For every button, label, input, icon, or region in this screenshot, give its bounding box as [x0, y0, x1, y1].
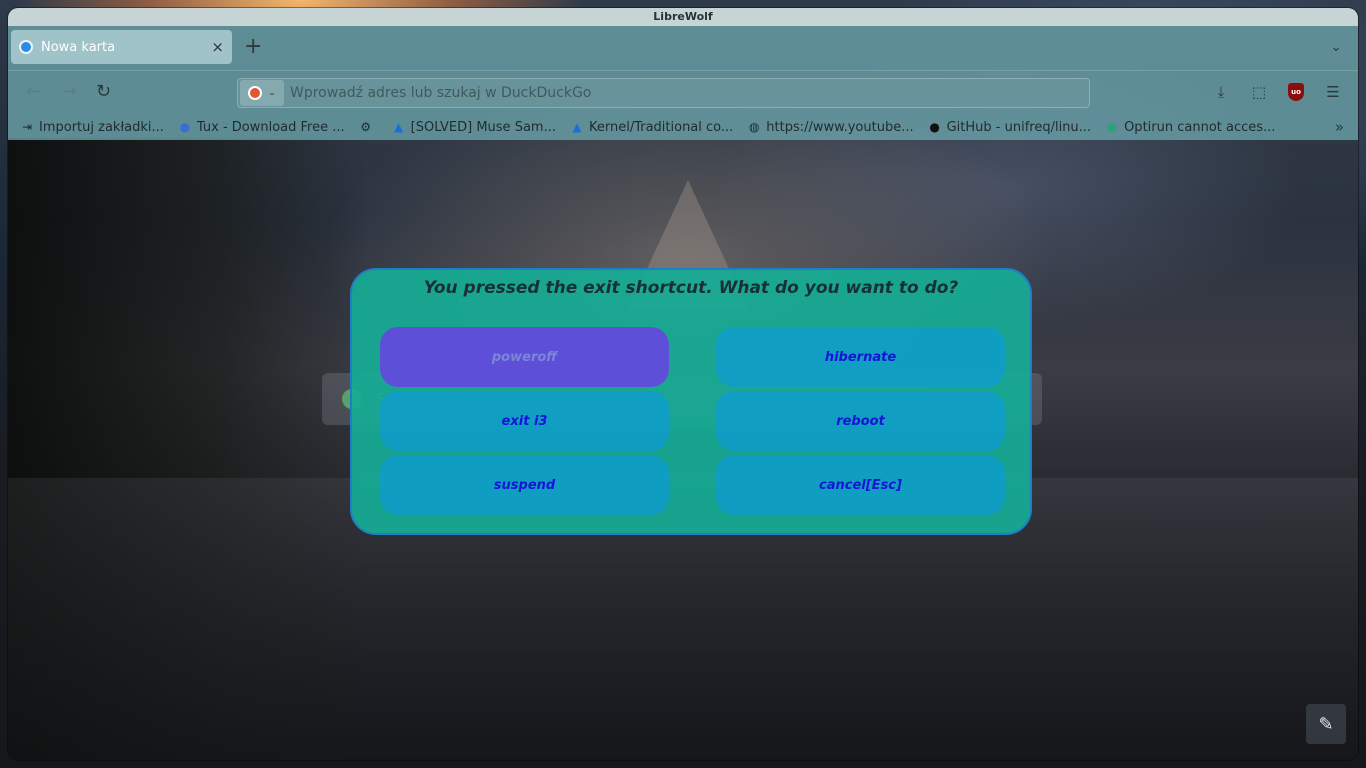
- bookmark-github[interactable]: ● GitHub - unifreq/linu...: [928, 120, 1091, 135]
- reboot-button[interactable]: reboot: [716, 391, 1005, 451]
- suspend-button[interactable]: suspend: [380, 455, 669, 515]
- bookmark-tux[interactable]: ● Tux - Download Free ...: [178, 120, 345, 135]
- customize-edit-icon[interactable]: ✎: [1306, 704, 1346, 744]
- bookmarks-toolbar: ⇥ Importuj zakładki... ● Tux - Download …: [8, 114, 1358, 140]
- reload-icon[interactable]: ↻: [96, 81, 111, 102]
- tab-strip: Nowa karta × + ⌄: [8, 26, 1358, 70]
- tab-close-icon[interactable]: ×: [211, 38, 224, 56]
- bookmark-label: GitHub - unifreq/linu...: [946, 119, 1092, 135]
- bookmark-arch-muse[interactable]: ▲ [SOLVED] Muse Sam...: [392, 120, 556, 135]
- more-bookmarks-icon[interactable]: »: [1335, 118, 1344, 136]
- back-icon[interactable]: ←: [26, 81, 41, 102]
- bookmark-arch-kernel[interactable]: ▲ Kernel/Traditional co...: [570, 120, 733, 135]
- bookmark-label: Importuj zakładki...: [39, 119, 164, 135]
- openai-favicon-icon: ⚙: [360, 120, 372, 134]
- bookmark-optirun[interactable]: ● Optirun cannot acces...: [1105, 119, 1276, 135]
- exit-dialog: You pressed the exit shortcut. What do y…: [350, 268, 1032, 535]
- bookmark-label: [SOLVED] Muse Sam...: [410, 119, 556, 135]
- cancel-button[interactable]: cancel[Esc]: [716, 455, 1005, 515]
- globe-icon: ◍: [749, 120, 760, 134]
- list-all-tabs-icon[interactable]: ⌄: [1330, 39, 1342, 55]
- extensions-icon[interactable]: ⬚: [1250, 83, 1268, 101]
- browser-window: LibreWolf Nowa karta × + ⌄ ← → ↻ ⌄ Wprow…: [8, 8, 1358, 760]
- url-bar[interactable]: ⌄: [237, 78, 1090, 108]
- search-engine-button[interactable]: ⌄: [240, 80, 284, 106]
- bookmark-label: Kernel/Traditional co...: [588, 119, 734, 135]
- hamburger-menu-icon[interactable]: ☰: [1324, 83, 1342, 101]
- bookmark-youtube[interactable]: ◍ https://www.youtube...: [747, 119, 914, 135]
- bookmark-openai[interactable]: ⚙: [359, 120, 378, 134]
- hibernate-button[interactable]: hibernate: [716, 327, 1005, 387]
- tux-favicon-icon: ●: [179, 120, 191, 134]
- tab-new-tab[interactable]: Nowa karta ×: [11, 30, 232, 64]
- arch-favicon-icon: ▲: [394, 120, 404, 134]
- ublock-origin-icon[interactable]: uo: [1288, 83, 1304, 101]
- librewolf-favicon-icon: [19, 40, 33, 54]
- forward-icon[interactable]: →: [62, 81, 77, 102]
- import-icon: ⇥: [21, 120, 33, 134]
- dialog-title: You pressed the exit shortcut. What do y…: [423, 278, 959, 298]
- window-title: LibreWolf: [8, 8, 1358, 26]
- bookmark-label: Tux - Download Free ...: [196, 119, 345, 135]
- github-icon: ●: [929, 120, 940, 134]
- site-favicon-icon: ●: [1106, 120, 1118, 134]
- toolbar-actions: ⤓ ⬚ uo ☰: [1212, 83, 1342, 101]
- arch-favicon-icon: ▲: [572, 120, 582, 134]
- new-tab-icon[interactable]: +: [244, 35, 262, 59]
- navigation-toolbar: ← → ↻ ⌄ ⤓ ⬚ uo ☰: [8, 70, 1358, 114]
- downloads-icon[interactable]: ⤓: [1212, 83, 1230, 101]
- bookmark-label: https://www.youtube...: [766, 119, 914, 135]
- duckduckgo-icon: [248, 86, 263, 100]
- tab-title: Nowa karta: [41, 39, 116, 55]
- bookmark-label: Optirun cannot acces...: [1124, 119, 1276, 135]
- browser-chrome: Nowa karta × + ⌄ ← → ↻ ⌄ ⤓ ⬚ uo ☰: [8, 26, 1358, 140]
- chevron-down-icon: ⌄: [268, 88, 276, 98]
- poweroff-button[interactable]: poweroff: [380, 327, 669, 387]
- exit-i3-button[interactable]: exit i3: [380, 391, 669, 451]
- url-input[interactable]: [290, 81, 1089, 105]
- bookmark-import[interactable]: ⇥ Importuj zakładki...: [20, 120, 164, 135]
